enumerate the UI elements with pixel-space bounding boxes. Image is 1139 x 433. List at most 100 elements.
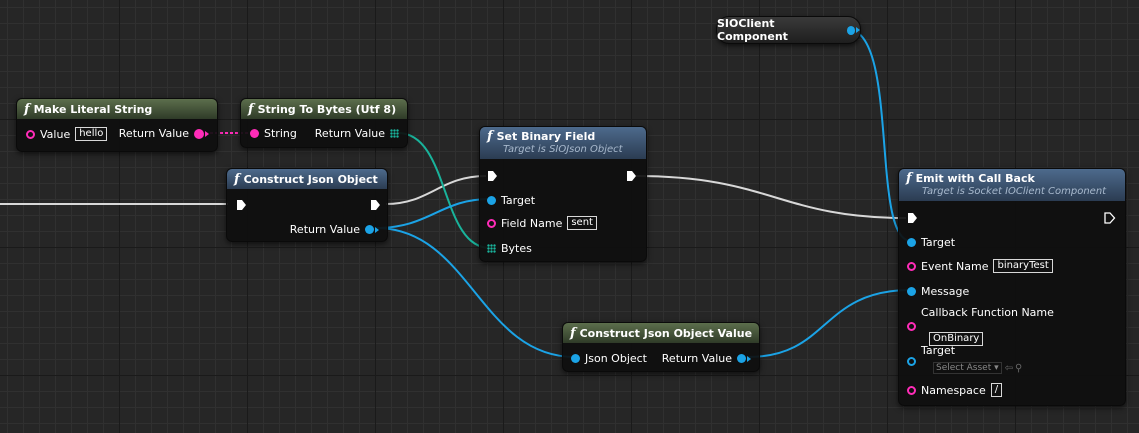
object-pin-icon[interactable]: [487, 196, 496, 205]
pin-label: Callback Function Name: [921, 306, 1054, 319]
node-string-to-bytes[interactable]: f String To Bytes (Utf 8) String Return …: [240, 98, 408, 148]
field-name-pin[interactable]: Field Name sent: [487, 216, 597, 230]
function-icon: f: [906, 171, 912, 186]
event-name-input[interactable]: binaryTest: [993, 259, 1053, 273]
node-title: Construct Json Object Value: [579, 326, 753, 340]
json-object-input-pin[interactable]: Json Object: [571, 352, 652, 365]
function-icon: f: [234, 171, 240, 187]
pin-label: Message: [921, 285, 970, 298]
pin-label: Target: [921, 236, 956, 249]
exec-icon[interactable]: [487, 170, 498, 182]
exec-in-pin[interactable]: [487, 170, 498, 182]
exec-out-pin[interactable]: [370, 199, 381, 211]
pin-label: Event Name: [921, 259, 989, 273]
node-make-literal-string[interactable]: f Make Literal String Value hello Return…: [16, 98, 218, 152]
pin-label: Target: [501, 194, 536, 207]
string-pin-icon[interactable]: [250, 129, 259, 138]
node-title: Emit with Call Back: [915, 172, 1035, 185]
string-input-pin[interactable]: String: [250, 127, 302, 140]
event-name-pin[interactable]: Event Name binaryTest: [907, 259, 1053, 273]
pin-label: Return Value: [289, 223, 360, 236]
pin-label: Return Value: [661, 352, 732, 365]
field-name-input[interactable]: sent: [567, 216, 597, 230]
bytes-return-pin[interactable]: Return Value: [310, 127, 399, 140]
node-header: f Construct Json Object: [227, 169, 387, 189]
node-construct-json-object[interactable]: f Construct Json Object Return Value: [226, 168, 388, 242]
pin-arrow-icon: [375, 226, 379, 233]
bytes-wire: [397, 132, 491, 249]
exec-in-pin[interactable]: [236, 199, 247, 211]
string-pin-icon[interactable]: [194, 128, 204, 139]
pin-label: Field Name: [501, 216, 563, 230]
object-pin-icon[interactable]: [846, 25, 855, 35]
browse-search-icon[interactable]: ⚲: [1015, 363, 1022, 374]
pin-label: Value: [40, 127, 71, 141]
bytes-pin[interactable]: Bytes: [487, 242, 537, 255]
node-title: Construct Json Object: [243, 172, 378, 186]
pin-label: Bytes: [501, 242, 532, 255]
node-title: String To Bytes (Utf 8): [257, 102, 397, 116]
string-pin-icon[interactable]: [26, 129, 35, 139]
exec-icon[interactable]: [236, 199, 247, 211]
object-pin-icon[interactable]: [907, 238, 916, 247]
return-value-pin[interactable]: Return Value: [657, 352, 751, 365]
pin-label: Target: [921, 344, 956, 357]
target-pin[interactable]: Target: [487, 194, 540, 207]
pin-label: Return Value: [314, 127, 385, 140]
exec-icon[interactable]: [626, 170, 637, 182]
message-pin[interactable]: Message: [907, 285, 974, 298]
pin-label: Return Value: [118, 127, 189, 140]
exec-icon[interactable]: [370, 199, 381, 211]
pin-arrow-icon: [747, 355, 751, 362]
function-icon: f: [487, 129, 493, 144]
node-header: f Emit with Call Back Target is Socket IO…: [899, 169, 1125, 201]
target2-pin[interactable]: Target Select Asset ▾ ⇦ ⚲: [907, 344, 1022, 374]
node-title: SIOClient Component: [717, 17, 788, 43]
namespace-input[interactable]: /: [990, 383, 1003, 397]
byte-array-pin-icon[interactable]: [390, 129, 399, 138]
exec-out-pin[interactable]: [626, 170, 637, 182]
string-pin-icon[interactable]: [907, 261, 916, 271]
byte-array-pin-icon[interactable]: [487, 244, 496, 253]
select-asset-dropdown[interactable]: Select Asset ▾: [933, 362, 1002, 374]
select-asset-label: Select Asset: [936, 363, 992, 373]
object-pin-icon[interactable]: [907, 357, 916, 366]
string-pin-icon[interactable]: [487, 218, 496, 228]
exec-wire-setbinary-to-emit: [635, 175, 907, 219]
string-pin-icon[interactable]: [907, 385, 916, 395]
node-title: Make Literal String: [33, 102, 153, 116]
node-subtitle: Target is SIOJson Object: [503, 144, 623, 155]
exec-in-pin[interactable]: [907, 212, 918, 224]
function-icon: f: [570, 325, 576, 341]
function-icon: f: [24, 101, 30, 117]
object-pin-icon[interactable]: [571, 354, 580, 363]
pin-label: Json Object: [585, 352, 647, 365]
return-value-pin[interactable]: Return Value: [285, 223, 379, 236]
object-pin-icon[interactable]: [365, 225, 374, 234]
value-pin[interactable]: Value hello: [26, 127, 108, 141]
node-emit-with-call-back[interactable]: f Emit with Call Back Target is Socket IO…: [898, 168, 1126, 406]
namespace-pin[interactable]: Namespace /: [907, 383, 1003, 397]
object-pin-icon[interactable]: [907, 287, 916, 296]
object-pin-icon[interactable]: [737, 354, 746, 363]
pin-label: String: [264, 127, 297, 140]
object-wire-message: [747, 289, 912, 358]
exec-icon[interactable]: [907, 212, 918, 224]
node-sioclient-component[interactable]: SIOClient Component: [716, 16, 861, 44]
value-input[interactable]: hello: [75, 127, 108, 141]
node-set-binary-field[interactable]: f Set Binary Field Target is SIOJson Obje…: [479, 126, 647, 262]
exec-out-pin[interactable]: [1104, 212, 1116, 224]
pin-arrow-icon: [856, 27, 860, 33]
string-pin-icon[interactable]: [907, 322, 916, 331]
target-pin[interactable]: Target: [907, 236, 960, 249]
callback-function-name-pin[interactable]: Callback Function Name OnBinary: [907, 306, 1059, 346]
use-selected-arrow-icon[interactable]: ⇦: [1005, 363, 1013, 374]
return-value-pin[interactable]: Return Value: [114, 127, 209, 140]
node-header: f String To Bytes (Utf 8): [241, 99, 407, 119]
node-construct-json-object-value[interactable]: f Construct Json Object Value Json Objec…: [562, 322, 760, 372]
node-header: f Construct Json Object Value: [563, 323, 759, 343]
node-header: f Set Binary Field Target is SIOJson Obje…: [480, 127, 646, 159]
node-header: f Make Literal String: [17, 99, 217, 119]
function-icon: f: [248, 101, 254, 117]
exec-outline-icon[interactable]: [1104, 212, 1116, 224]
